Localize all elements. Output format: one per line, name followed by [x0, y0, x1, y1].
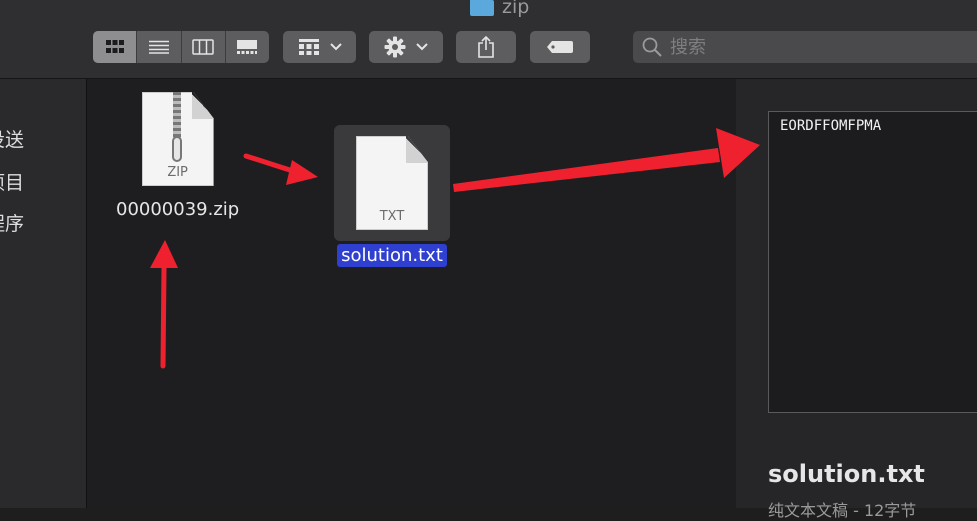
sidebar-item-airdrop[interactable]: 投送: [0, 125, 24, 152]
preview-file-info: 纯文本文稿 - 12字节: [768, 501, 917, 520]
sidebar: 投送 项目 程序: [0, 79, 87, 508]
view-mode-group: [93, 31, 269, 63]
folder-icon: [470, 0, 494, 16]
preview-filename: solution.txt: [768, 460, 925, 488]
group-by-button[interactable]: [283, 31, 356, 63]
chevron-down-icon: [329, 43, 342, 51]
columns-icon: [192, 39, 214, 55]
gallery-view-button[interactable]: [226, 31, 269, 63]
file-type-label: TXT: [379, 209, 405, 224]
column-view-button[interactable]: [182, 31, 226, 63]
search-field[interactable]: [633, 31, 977, 63]
preview-pane: EORDFFOMFPMA solution.txt 纯文本文稿 - 12字节: [736, 79, 977, 520]
window-toolbar: zip: [0, 0, 977, 79]
file-browser-area: ZIP 00000039.zip TXT solution.txt: [87, 79, 735, 508]
search-icon: [642, 37, 662, 57]
action-menu-button[interactable]: [369, 31, 443, 63]
window-title: zip: [470, 0, 529, 18]
file-type-label: ZIP: [167, 165, 188, 180]
file-item-zip[interactable]: ZIP 00000039.zip: [112, 92, 243, 221]
preview-content: EORDFFOMFPMA: [780, 118, 882, 134]
grid-icon: [105, 40, 124, 53]
selection-highlight: TXT: [334, 125, 450, 241]
share-button[interactable]: [456, 31, 516, 63]
window-title-text: zip: [502, 0, 530, 18]
share-icon: [478, 36, 494, 58]
tag-button[interactable]: [530, 31, 590, 63]
list-icon: [148, 40, 169, 54]
gallery-icon: [237, 40, 258, 54]
sidebar-item-recents[interactable]: 项目: [0, 168, 24, 195]
file-name: solution.txt: [337, 244, 447, 267]
tag-icon: [547, 41, 573, 53]
group-grid-icon: [298, 39, 319, 55]
search-input[interactable]: [668, 35, 952, 59]
zip-file-icon: ZIP: [141, 92, 214, 186]
txt-file-icon: TXT: [356, 136, 428, 230]
sidebar-item-applications[interactable]: 程序: [0, 209, 24, 236]
icon-view-button[interactable]: [93, 31, 138, 63]
chevron-down-icon: [416, 43, 428, 51]
gear-icon: [384, 36, 406, 58]
file-name: 00000039.zip: [116, 199, 240, 220]
file-item-txt[interactable]: TXT solution.txt: [334, 125, 450, 267]
text-preview: EORDFFOMFPMA: [768, 111, 977, 413]
list-view-button[interactable]: [137, 31, 182, 63]
